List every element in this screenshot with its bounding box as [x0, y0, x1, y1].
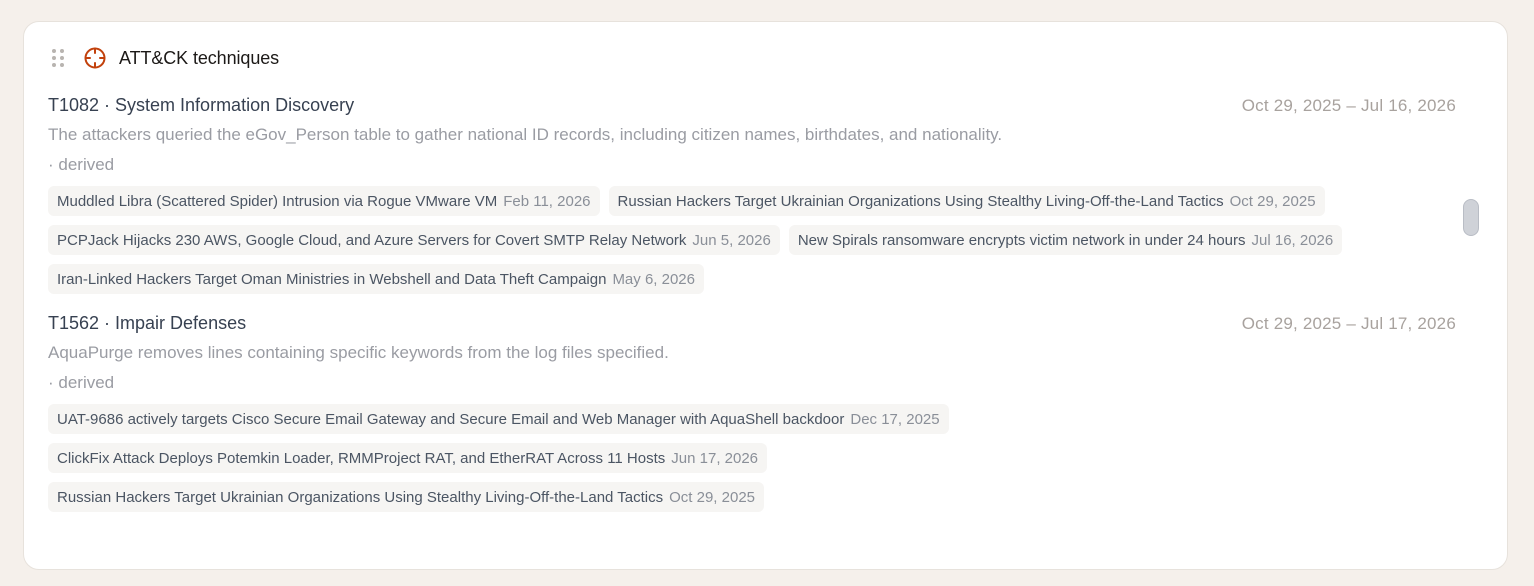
report-date: Oct 29, 2025	[1229, 192, 1316, 210]
technique-description: AquaPurge removes lines containing speci…	[48, 343, 669, 362]
technique-derived-label: · derived	[48, 373, 115, 392]
report-date: Dec 17, 2025	[850, 410, 940, 428]
technique-item: T1082 · System Information Discovery Oct…	[48, 90, 1456, 294]
technique-derived-label: · derived	[48, 155, 115, 174]
report-chip[interactable]: PCPJack Hijacks 230 AWS, Google Cloud, a…	[48, 225, 780, 255]
report-date: Oct 29, 2025	[669, 488, 756, 506]
report-chip[interactable]: Iran-Linked Hackers Target Oman Ministri…	[48, 264, 704, 294]
report-date: May 6, 2026	[612, 270, 695, 288]
report-chip[interactable]: Russian Hackers Target Ukrainian Organiz…	[608, 186, 1325, 216]
technique-title: T1562 · Impair Defenses	[48, 313, 247, 333]
report-title: New Spirals ransomware encrypts victim n…	[797, 231, 1246, 249]
technique-title: T1082 · System Information Discovery	[48, 95, 355, 115]
report-title: Russian Hackers Target Ukrainian Organiz…	[617, 192, 1224, 210]
report-title: Russian Hackers Target Ukrainian Organiz…	[57, 488, 664, 506]
report-date: Feb 11, 2026	[503, 192, 591, 210]
target-icon	[83, 46, 107, 70]
scrollbar-thumb[interactable]	[1463, 199, 1479, 236]
report-date: Jun 5, 2026	[692, 231, 771, 249]
techniques-list[interactable]: T1082 · System Information Discovery Oct…	[48, 90, 1456, 560]
report-title: Muddled Libra (Scattered Spider) Intrusi…	[57, 192, 498, 210]
report-date: Jul 16, 2026	[1251, 231, 1334, 249]
technique-item: T1562 · Impair Defenses Oct 29, 2025 – J…	[48, 308, 1456, 512]
report-title: PCPJack Hijacks 230 AWS, Google Cloud, a…	[57, 231, 687, 249]
technique-date-range: Oct 29, 2025 – Jul 17, 2026	[1241, 314, 1456, 333]
report-title: ClickFix Attack Deploys Potemkin Loader,…	[57, 449, 666, 467]
report-chip[interactable]: New Spirals ransomware encrypts victim n…	[788, 225, 1343, 255]
card-header: ATT&CK techniques	[52, 46, 279, 70]
technique-date-range: Oct 29, 2025 – Jul 16, 2026	[1241, 96, 1456, 115]
report-chip[interactable]: ClickFix Attack Deploys Potemkin Loader,…	[48, 443, 768, 473]
attack-techniques-card: ATT&CK techniques T1082 · System Informa…	[23, 21, 1508, 570]
report-chip[interactable]: UAT-9686 actively targets Cisco Secure E…	[48, 404, 949, 434]
report-title: UAT-9686 actively targets Cisco Secure E…	[57, 410, 845, 428]
drag-handle-icon[interactable]	[52, 48, 64, 68]
report-title: Iran-Linked Hackers Target Oman Ministri…	[57, 270, 607, 288]
technique-description: The attackers queried the eGov_Person ta…	[48, 125, 1003, 144]
card-title: ATT&CK techniques	[119, 47, 280, 68]
report-chip[interactable]: Muddled Libra (Scattered Spider) Intrusi…	[48, 186, 600, 216]
report-chip[interactable]: Russian Hackers Target Ukrainian Organiz…	[48, 482, 765, 512]
report-date: Jun 17, 2026	[671, 449, 759, 467]
report-chips: Muddled Libra (Scattered Spider) Intrusi…	[48, 186, 1448, 294]
report-chips: UAT-9686 actively targets Cisco Secure E…	[48, 404, 1448, 512]
